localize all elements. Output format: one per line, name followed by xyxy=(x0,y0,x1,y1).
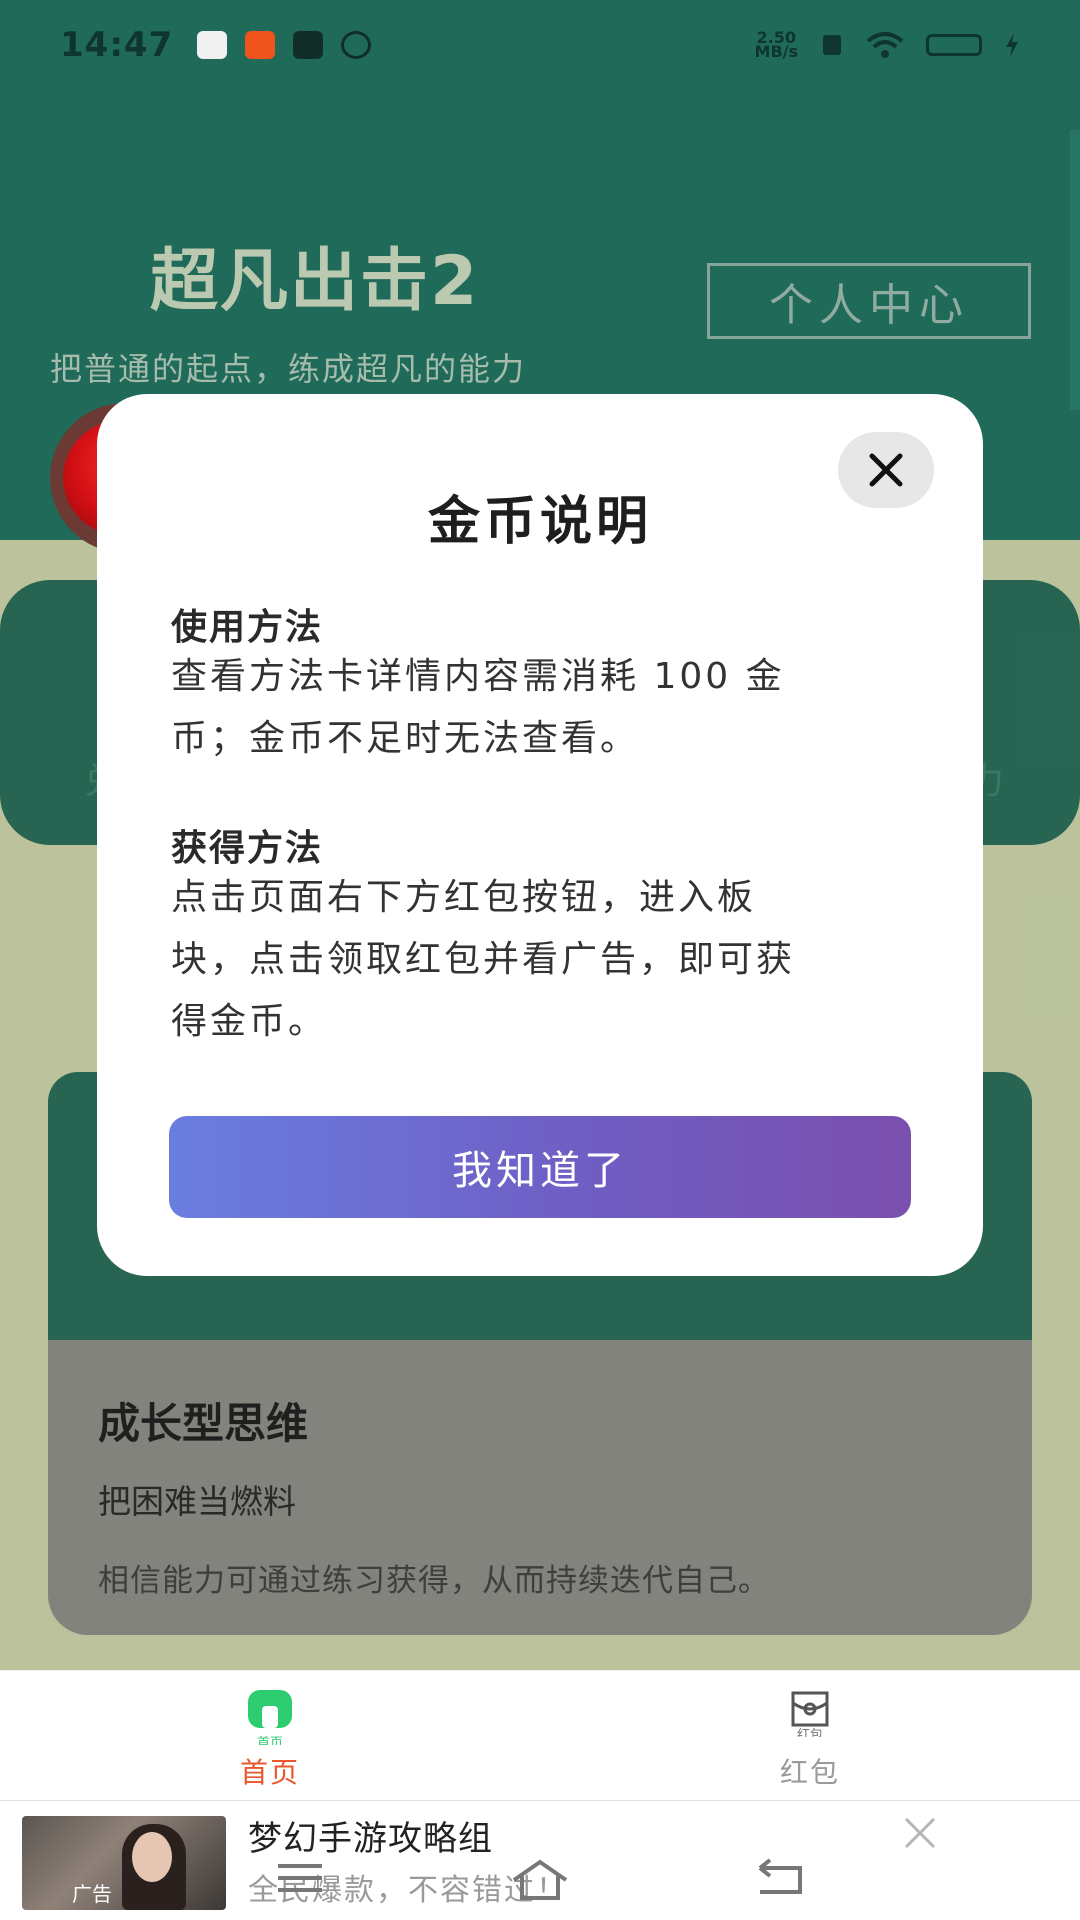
coin-info-dialog: 金币说明 使用方法 查看方法卡详情内容需消耗 100 金 币；金币不足时无法查看… xyxy=(97,394,983,1276)
tab-home-label: 首页 xyxy=(239,1756,300,1789)
bottom-tab-bar: 首页 首页 红包 红包 xyxy=(0,1670,1080,1800)
dialog-title: 金币说明 xyxy=(427,492,652,552)
system-nav-bar xyxy=(0,1840,1080,1920)
home-icon-caption: 首页 xyxy=(256,1736,283,1745)
tab-home[interactable]: 首页 首页 xyxy=(120,1671,420,1801)
earn-section-body: 点击页面右下方红包按钮，进入板 块，点击领取红包并看广告，即可获 得金币。 xyxy=(171,867,911,1053)
menu-nav-icon[interactable] xyxy=(274,1858,326,1898)
usage-section-title: 使用方法 xyxy=(171,607,324,648)
usage-line-2: 币；金币不足时无法查看。 xyxy=(171,718,640,759)
earn-section-title: 获得方法 xyxy=(171,828,324,869)
app-screen: 14:47 2.50 MB/s 超凡出击2 把普通的起点，练成超凡的能力 个人中… xyxy=(0,0,1080,1920)
earn-line-3: 得金币。 xyxy=(171,1001,328,1042)
earn-line-2: 块，点击领取红包并看广告，即可获 xyxy=(171,939,796,980)
red-packet-tab-icon: 红包 xyxy=(789,1689,831,1737)
usage-section-body: 查看方法卡详情内容需消耗 100 金 币；金币不足时无法查看。 xyxy=(171,646,911,770)
home-icon: 首页 xyxy=(247,1689,293,1745)
tab-red-packet[interactable]: 红包 红包 xyxy=(660,1671,960,1801)
home-nav-icon[interactable] xyxy=(510,1858,570,1902)
usage-line-1: 查看方法卡详情内容需消耗 100 金 xyxy=(171,656,785,697)
got-it-button[interactable]: 我知道了 xyxy=(169,1116,911,1218)
back-nav-icon[interactable] xyxy=(752,1858,808,1898)
earn-line-1: 点击页面右下方红包按钮，进入板 xyxy=(171,877,757,918)
tab-red-packet-label: 红包 xyxy=(779,1756,840,1789)
